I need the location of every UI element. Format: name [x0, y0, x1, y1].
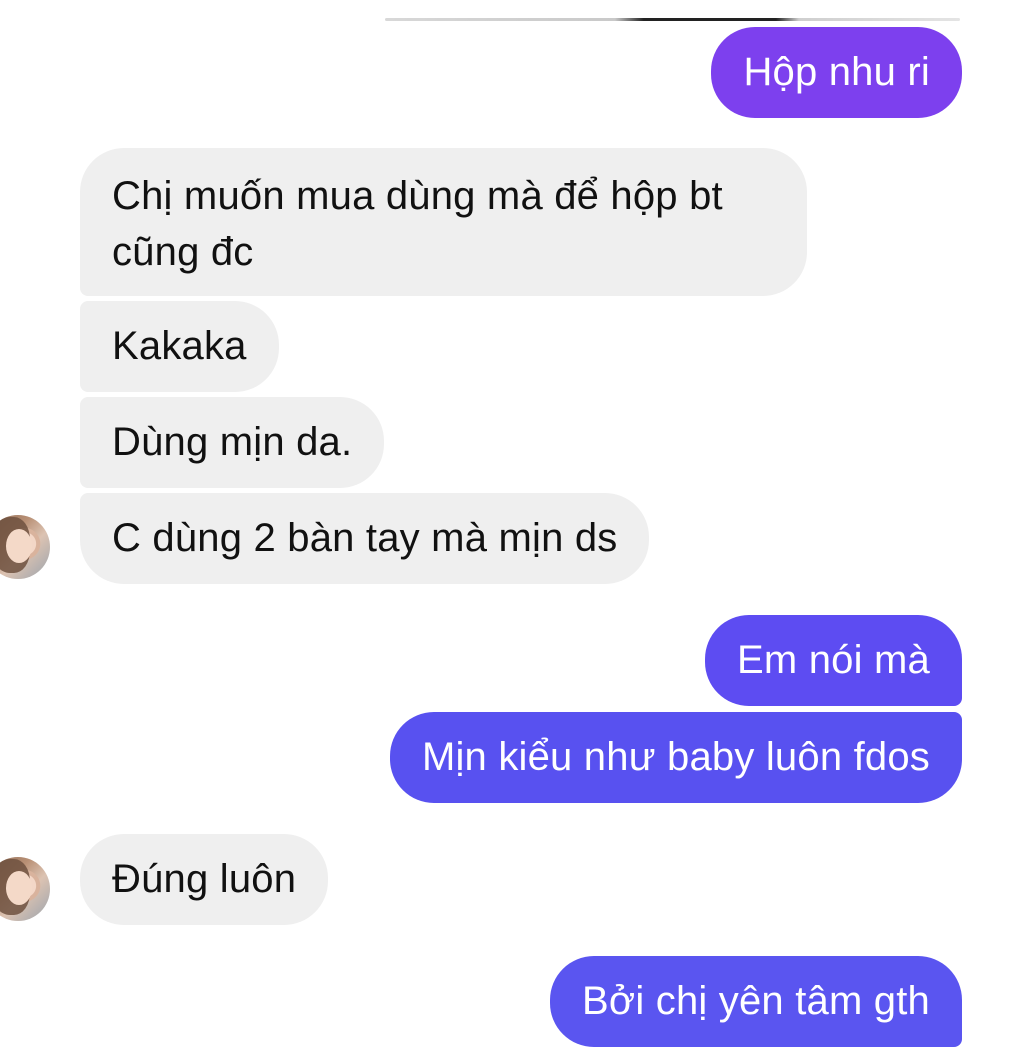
message-bubble-incoming[interactable]: Đúng luôn	[80, 834, 329, 925]
previous-media-edge	[385, 18, 960, 21]
message-bubble-outgoing[interactable]: Mịn kiểu như baby luôn fdos	[389, 712, 962, 803]
contact-avatar[interactable]	[0, 515, 50, 579]
message-bubble-incoming[interactable]: Kakaka	[80, 301, 279, 392]
message-bubble-incoming[interactable]: C dùng 2 bàn tay mà mịn ds	[80, 493, 650, 584]
avatar-face	[6, 529, 32, 563]
avatar-face	[6, 871, 32, 905]
message-bubble-outgoing[interactable]: Em nói mà	[705, 615, 962, 706]
message-bubble-outgoing[interactable]: Bởi chị yên tâm gth	[550, 956, 962, 1047]
message-bubble-outgoing[interactable]: Hộp nhu ri	[711, 27, 962, 118]
contact-avatar[interactable]	[0, 857, 50, 921]
message-bubble-incoming[interactable]: Chị muốn mua dùng mà để hộp bt cũng đc	[80, 148, 807, 296]
message-bubble-incoming[interactable]: Dùng mịn da.	[80, 397, 385, 488]
